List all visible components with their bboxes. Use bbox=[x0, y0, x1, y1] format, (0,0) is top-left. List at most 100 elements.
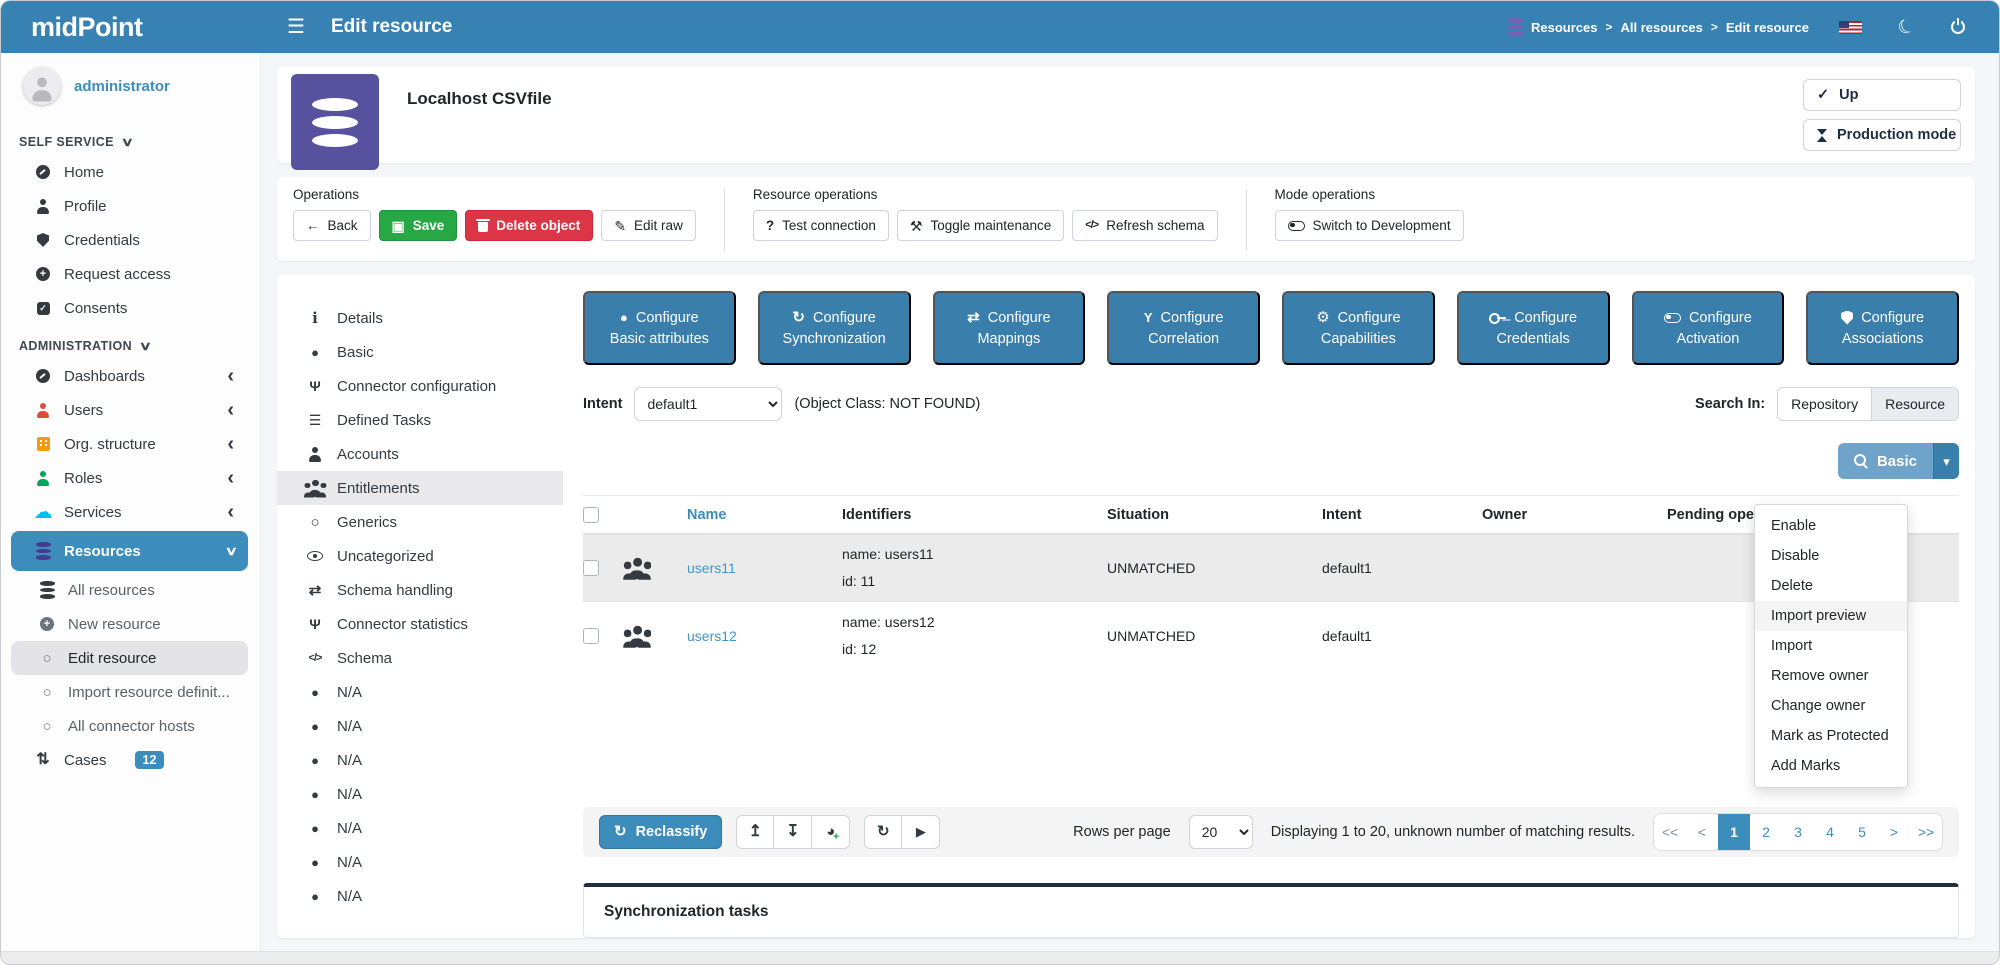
nav-item-na[interactable]: N/A bbox=[277, 709, 563, 743]
refresh-schema-button[interactable]: Refresh schema bbox=[1072, 210, 1217, 241]
next-page-button[interactable]: > bbox=[1878, 814, 1910, 850]
sidebar-item-credentials[interactable]: Credentials bbox=[1, 223, 260, 257]
sidebar-item-all-connector-hosts[interactable]: All connector hosts bbox=[1, 709, 260, 743]
sidebar-item-roles[interactable]: Roles bbox=[1, 461, 260, 495]
sidebar-item-cases[interactable]: Cases 12 bbox=[1, 743, 260, 777]
upload-button[interactable] bbox=[736, 815, 774, 849]
hamburger-icon[interactable] bbox=[287, 17, 305, 37]
refresh-button[interactable] bbox=[864, 815, 902, 849]
sidebar-item-dashboards[interactable]: Dashboards bbox=[1, 359, 260, 393]
select-all-checkbox[interactable] bbox=[583, 507, 599, 523]
configure-activation-button[interactable]: Configure Activation bbox=[1632, 291, 1785, 365]
nav-item-schema-handling[interactable]: Schema handling bbox=[277, 573, 563, 607]
toggle-maintenance-button[interactable]: Toggle maintenance bbox=[897, 210, 1064, 241]
nav-item-na[interactable]: N/A bbox=[277, 743, 563, 777]
first-page-button[interactable]: << bbox=[1654, 814, 1686, 850]
menu-item-mark-as-protected[interactable]: Mark as Protected bbox=[1755, 721, 1907, 751]
bottom-scroll-strip[interactable] bbox=[1, 951, 1999, 964]
breadcrumb-item[interactable]: Edit resource bbox=[1726, 20, 1809, 35]
sidebar-item-services[interactable]: Services bbox=[1, 495, 260, 529]
configure-capabilities-button[interactable]: Configure Capabilities bbox=[1282, 291, 1435, 365]
search-mode-dropdown-button[interactable] bbox=[1933, 443, 1959, 479]
nav-item-generics[interactable]: Generics bbox=[277, 505, 563, 539]
nav-item-connector-statistics[interactable]: Connector statistics bbox=[277, 607, 563, 641]
nav-item-na[interactable]: N/A bbox=[277, 811, 563, 845]
moon-icon[interactable] bbox=[1898, 18, 1915, 37]
search-in-resource-button[interactable]: Resource bbox=[1871, 388, 1958, 420]
production-mode-button[interactable]: Production mode bbox=[1803, 119, 1961, 151]
menu-item-enable[interactable]: Enable bbox=[1755, 511, 1907, 541]
sidebar-item-home[interactable]: Home bbox=[1, 155, 260, 189]
menu-item-remove-owner[interactable]: Remove owner bbox=[1755, 661, 1907, 691]
menu-item-add-marks[interactable]: Add Marks bbox=[1755, 751, 1907, 781]
sidebar-item-request-access[interactable]: Request access bbox=[1, 257, 260, 291]
sidebar-item-import-resource-definition[interactable]: Import resource definit... bbox=[1, 675, 260, 709]
sidebar-item-org-structure[interactable]: Org. structure bbox=[1, 427, 260, 461]
us-flag-icon[interactable] bbox=[1839, 21, 1862, 34]
edit-raw-button[interactable]: Edit raw bbox=[601, 210, 696, 241]
search-in-repository-button[interactable]: Repository bbox=[1778, 388, 1871, 420]
download-button[interactable] bbox=[774, 815, 812, 849]
configure-mappings-button[interactable]: Configure Mappings bbox=[933, 291, 1086, 365]
shadow-name-link[interactable]: users12 bbox=[687, 628, 737, 644]
sidebar-item-users[interactable]: Users bbox=[1, 393, 260, 427]
create-report-button[interactable] bbox=[812, 815, 850, 849]
row-checkbox[interactable] bbox=[583, 560, 599, 576]
shadow-name-link[interactable]: users11 bbox=[687, 560, 736, 576]
page-button[interactable]: 4 bbox=[1814, 814, 1846, 850]
sidebar-item-edit-resource[interactable]: Edit resource bbox=[11, 641, 248, 675]
nav-item-basic[interactable]: Basic bbox=[277, 335, 563, 369]
menu-item-import-preview[interactable]: Import preview bbox=[1755, 601, 1907, 631]
column-header-identifiers[interactable]: Identifiers bbox=[842, 507, 1107, 523]
nav-item-uncategorized[interactable]: Uncategorized bbox=[277, 539, 563, 573]
sidebar-item-all-resources[interactable]: All resources bbox=[1, 573, 260, 607]
user-name[interactable]: administrator bbox=[74, 78, 170, 95]
last-page-button[interactable]: >> bbox=[1910, 814, 1942, 850]
sidebar-section-administration[interactable]: ADMINISTRATION bbox=[1, 325, 260, 359]
nav-item-na[interactable]: N/A bbox=[277, 879, 563, 913]
user-block[interactable]: administrator bbox=[1, 53, 260, 121]
nav-item-na[interactable]: N/A bbox=[277, 845, 563, 879]
nav-item-schema[interactable]: Schema bbox=[277, 641, 563, 675]
back-button[interactable]: Back bbox=[293, 210, 371, 241]
sidebar-item-profile[interactable]: Profile bbox=[1, 189, 260, 223]
breadcrumb-item[interactable]: All resources bbox=[1620, 20, 1702, 35]
nav-item-na[interactable]: N/A bbox=[277, 777, 563, 811]
page-button[interactable]: 2 bbox=[1750, 814, 1782, 850]
row-checkbox[interactable] bbox=[583, 628, 599, 644]
configure-credentials-button[interactable]: Configure Credentials bbox=[1457, 291, 1610, 365]
status-up-button[interactable]: Up bbox=[1803, 79, 1961, 111]
configure-associations-button[interactable]: Configure Associations bbox=[1806, 291, 1959, 365]
app-logo[interactable]: midPoint bbox=[1, 12, 261, 43]
sidebar-item-resources[interactable]: Resources bbox=[11, 531, 248, 571]
reclassify-button[interactable]: Reclassify bbox=[599, 815, 722, 849]
configure-synchronization-button[interactable]: Configure Synchronization bbox=[758, 291, 911, 365]
save-button[interactable]: Save bbox=[379, 210, 458, 241]
nav-item-connector-configuration[interactable]: Connector configuration bbox=[277, 369, 563, 403]
previous-page-button[interactable]: < bbox=[1686, 814, 1718, 850]
basic-search-button[interactable]: Basic bbox=[1838, 443, 1933, 479]
nav-item-details[interactable]: Details bbox=[277, 301, 563, 335]
column-header-name[interactable]: Name bbox=[687, 507, 842, 523]
sidebar-section-self-service[interactable]: SELF SERVICE bbox=[1, 121, 260, 155]
nav-item-accounts[interactable]: Accounts bbox=[277, 437, 563, 471]
intent-select[interactable]: default1 bbox=[634, 387, 782, 421]
menu-item-delete[interactable]: Delete bbox=[1755, 571, 1907, 601]
page-button[interactable]: 5 bbox=[1846, 814, 1878, 850]
run-button[interactable] bbox=[902, 815, 940, 849]
column-header-situation[interactable]: Situation bbox=[1107, 507, 1322, 523]
menu-item-disable[interactable]: Disable bbox=[1755, 541, 1907, 571]
switch-to-development-button[interactable]: Switch to Development bbox=[1275, 210, 1464, 241]
column-header-intent[interactable]: Intent bbox=[1322, 507, 1482, 523]
configure-correlation-button[interactable]: Configure Correlation bbox=[1107, 291, 1260, 365]
test-connection-button[interactable]: Test connection bbox=[753, 210, 889, 241]
sidebar-item-new-resource[interactable]: New resource bbox=[1, 607, 260, 641]
column-header-owner[interactable]: Owner bbox=[1482, 507, 1667, 523]
rows-per-page-select[interactable]: 20 bbox=[1189, 815, 1253, 849]
nav-item-entitlements[interactable]: Entitlements bbox=[277, 471, 563, 505]
sidebar-item-consents[interactable]: Consents bbox=[1, 291, 260, 325]
nav-item-na[interactable]: N/A bbox=[277, 675, 563, 709]
page-button[interactable]: 1 bbox=[1718, 814, 1750, 850]
power-icon[interactable] bbox=[1951, 20, 1965, 34]
delete-object-button[interactable]: Delete object bbox=[465, 210, 593, 241]
